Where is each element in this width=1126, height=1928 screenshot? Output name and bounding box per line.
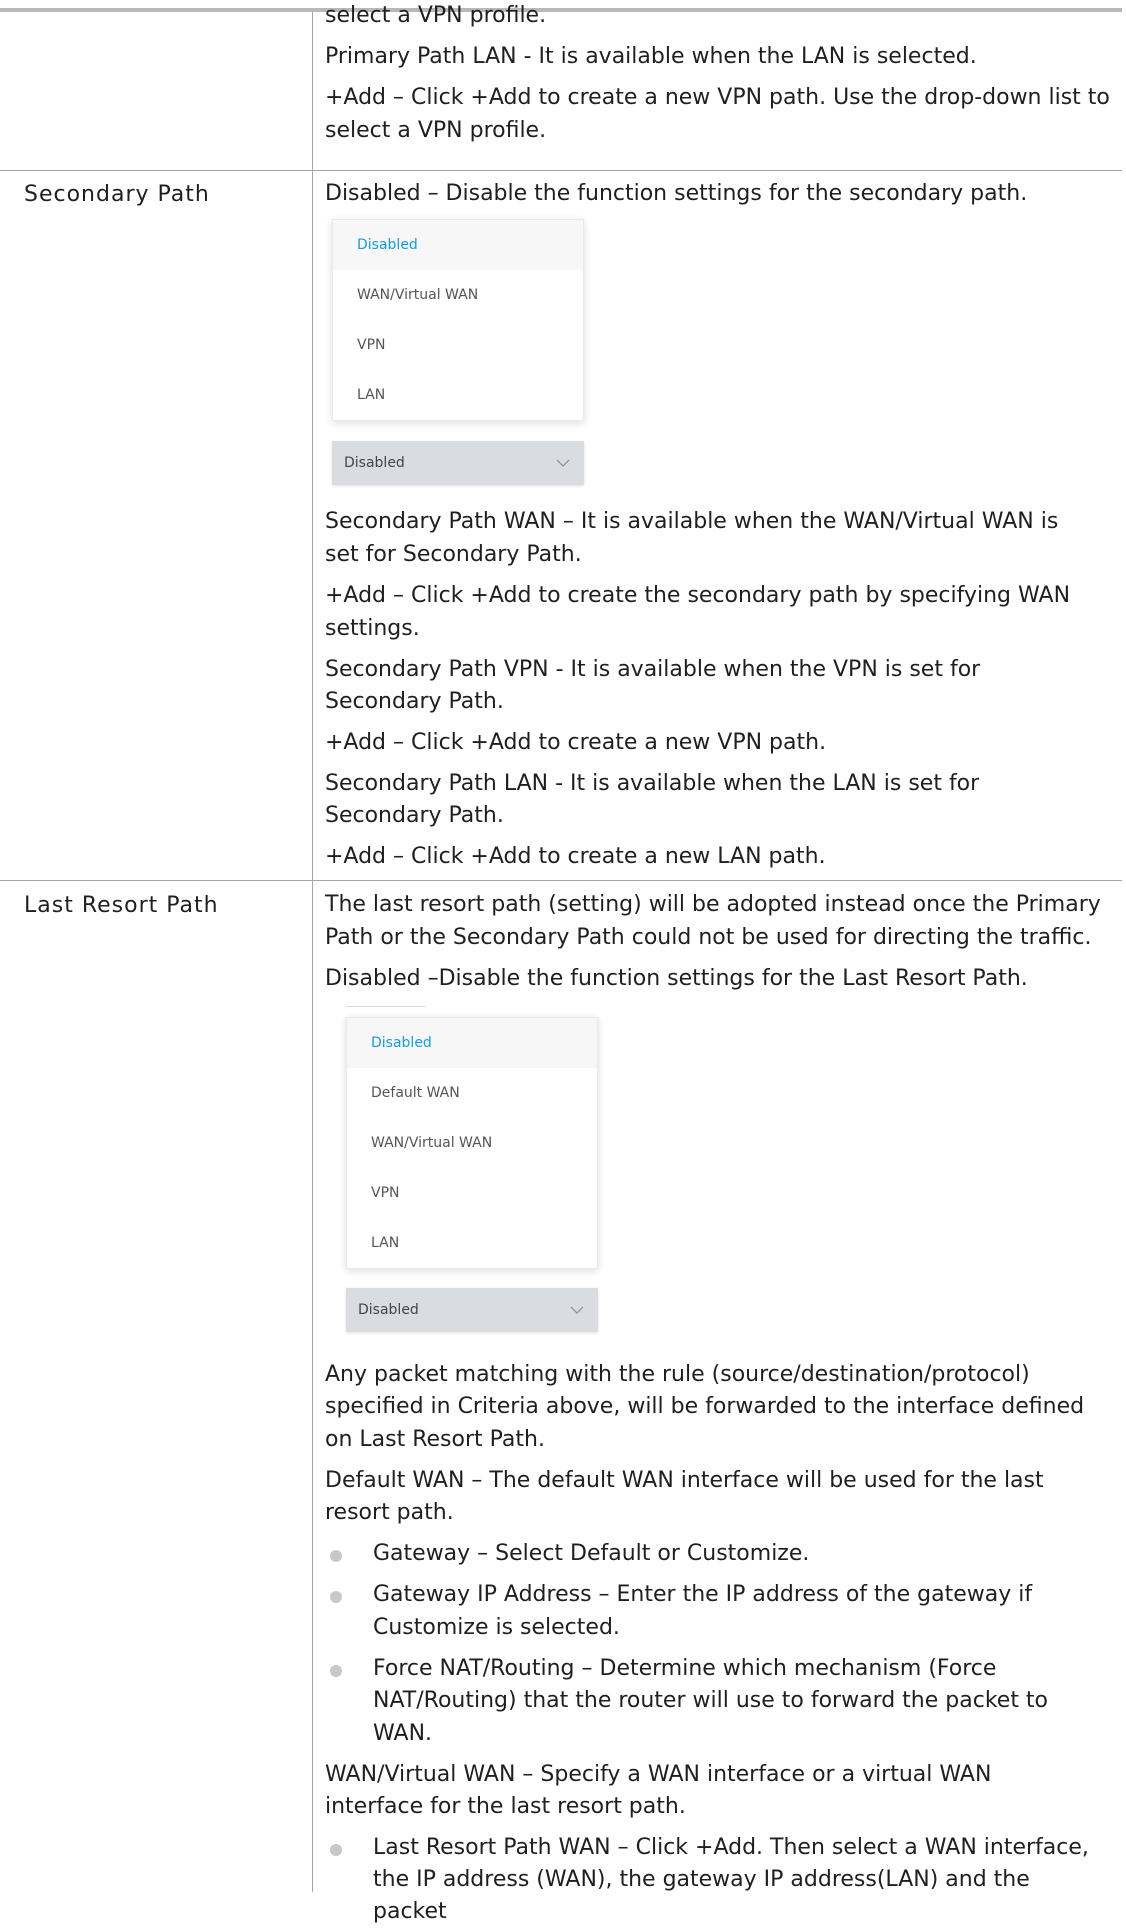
bullet-dot xyxy=(330,1844,342,1856)
dropdown-option-wan-virtual-wan[interactable]: WAN/Virtual WAN xyxy=(333,270,583,320)
dropdown-option-wan-virtual-wan[interactable]: WAN/Virtual WAN xyxy=(347,1118,597,1168)
text-line: Primary Path LAN - It is available when … xyxy=(325,44,977,69)
dropdown-option-disabled[interactable]: Disabled xyxy=(347,1018,597,1068)
row-label-last-resort-path: Last Resort Path xyxy=(24,893,219,918)
background-fragment xyxy=(346,1006,426,1007)
select-value: Disabled xyxy=(358,1302,419,1318)
column-divider xyxy=(312,12,313,1892)
text-line: Disabled – Disable the function settings… xyxy=(325,181,1028,206)
chevron-down-icon xyxy=(556,441,570,503)
text-line: select a VPN profile. xyxy=(325,3,547,28)
text-line: +Add – Click +Add to create a new VPN pa… xyxy=(325,85,1110,110)
bullet-text: NAT/Routing) that the router will use to… xyxy=(373,1688,1049,1713)
dropdown-option-vpn[interactable]: VPN xyxy=(333,320,583,370)
text-line: interface for the last resort path. xyxy=(325,1794,686,1819)
secondary-path-dropdown-menu: Disabled WAN/Virtual WAN VPN LAN xyxy=(332,219,584,421)
text-line: +Add – Click +Add to create a new LAN pa… xyxy=(325,844,826,869)
text-line: on Last Resort Path. xyxy=(325,1427,545,1452)
last-resort-path-select[interactable]: Disabled xyxy=(346,1288,598,1332)
row-divider xyxy=(0,880,1122,881)
row-divider xyxy=(0,170,1122,171)
bullet-dot xyxy=(330,1665,342,1677)
bullet-dot xyxy=(330,1591,342,1603)
text-line: Disabled –Disable the function settings … xyxy=(325,966,1028,991)
text-line: The last resort path (setting) will be a… xyxy=(325,892,1101,917)
text-line: Default WAN – The default WAN interface … xyxy=(325,1468,1044,1493)
dropdown-option-lan[interactable]: LAN xyxy=(347,1218,597,1268)
text-line: resort path. xyxy=(325,1500,454,1525)
dropdown-option-vpn[interactable]: VPN xyxy=(347,1168,597,1218)
select-value: Disabled xyxy=(344,455,405,471)
dropdown-option-default-wan[interactable]: Default WAN xyxy=(347,1068,597,1118)
bullet-text: Force NAT/Routing – Determine which mech… xyxy=(373,1656,997,1681)
bullet-text: Customize is selected. xyxy=(373,1615,620,1640)
bullet-text: Last Resort Path WAN – Click +Add. Then … xyxy=(373,1835,1089,1860)
text-line: Secondary Path. xyxy=(325,803,504,828)
text-line: Secondary Path VPN - It is available whe… xyxy=(325,657,981,682)
bullet-text: Gateway IP Address – Enter the IP addres… xyxy=(373,1582,1033,1607)
text-line: Secondary Path LAN - It is available whe… xyxy=(325,771,980,796)
last-resort-path-dropdown-menu: Disabled Default WAN WAN/Virtual WAN VPN… xyxy=(346,1017,598,1269)
dropdown-option-lan[interactable]: LAN xyxy=(333,370,583,420)
secondary-path-select[interactable]: Disabled xyxy=(332,441,584,485)
text-line: Secondary Path WAN – It is available whe… xyxy=(325,509,1059,534)
bullet-text: WAN. xyxy=(373,1721,433,1746)
bullet-text: Gateway – Select Default or Customize. xyxy=(373,1541,810,1566)
text-line: +Add – Click +Add to create a new VPN pa… xyxy=(325,730,827,755)
text-line: specified in Criteria above, will be for… xyxy=(325,1394,1085,1419)
text-line: WAN/Virtual WAN – Specify a WAN interfac… xyxy=(325,1762,992,1787)
bullet-text: the IP address (WAN), the gateway IP add… xyxy=(373,1867,1030,1924)
dropdown-option-disabled[interactable]: Disabled xyxy=(333,220,583,270)
row-label-secondary-path: Secondary Path xyxy=(24,182,210,207)
text-line: set for Secondary Path. xyxy=(325,542,582,567)
text-line: Secondary Path. xyxy=(325,689,504,714)
text-line: Path or the Secondary Path could not be … xyxy=(325,925,1092,950)
text-line: Any packet matching with the rule (sourc… xyxy=(325,1362,1030,1387)
bullet-dot xyxy=(330,1550,342,1562)
text-line: select a VPN profile. xyxy=(325,118,547,143)
chevron-down-icon xyxy=(570,1288,584,1350)
document-page: select a VPN profile. Primary Path LAN -… xyxy=(0,0,1126,1924)
text-line: +Add – Click +Add to create the secondar… xyxy=(325,583,1071,608)
text-line: settings. xyxy=(325,616,420,641)
